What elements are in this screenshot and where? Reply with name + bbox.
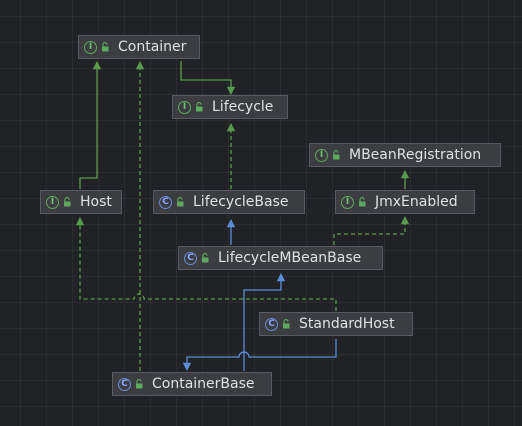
node-label: LifecycleMBeanBase: [218, 250, 362, 266]
node-label: Host: [80, 194, 112, 210]
edge-standardhost-containerbase: [182, 339, 337, 372]
node-label: Lifecycle: [212, 99, 274, 115]
class-icon: C: [159, 195, 172, 209]
class-icon: C: [184, 251, 197, 265]
edge-container-lifecycle: [180, 61, 236, 96]
unlock-icon: [102, 42, 109, 52]
edge-host-container: [79, 60, 102, 189]
node-label: StandardHost: [299, 316, 395, 332]
edge-lifecyclembeanbase-jmxenabled: [333, 215, 410, 245]
unlock-icon: [359, 197, 366, 207]
node-standard-host[interactable]: C StandardHost: [259, 312, 413, 336]
node-mbean-registration[interactable]: I MBeanRegistration: [309, 143, 501, 167]
class-icon: C: [265, 317, 278, 331]
interface-icon: I: [341, 195, 354, 209]
interface-icon: I: [315, 148, 328, 162]
class-icon: C: [118, 377, 131, 391]
node-label: ContainerBase: [152, 376, 255, 392]
diagram-canvas[interactable]: I Container I Lifecycle I MBeanRegistrat…: [0, 0, 522, 426]
unlock-icon: [177, 197, 184, 207]
node-label: JmxEnabled: [375, 194, 458, 210]
unlock-icon: [64, 197, 71, 207]
node-lifecycle-mbean-base[interactable]: C LifecycleMBeanBase: [178, 246, 383, 270]
unlock-icon: [333, 150, 340, 160]
unlock-icon: [136, 379, 143, 389]
unlock-icon: [202, 253, 209, 263]
unlock-icon: [283, 319, 290, 329]
node-lifecycle[interactable]: I Lifecycle: [172, 95, 288, 119]
node-host[interactable]: I Host: [40, 190, 122, 214]
node-label: Container: [118, 39, 187, 55]
node-label: LifecycleBase: [193, 194, 289, 210]
node-container[interactable]: I Container: [78, 35, 200, 59]
unlock-icon: [196, 102, 203, 112]
node-label: MBeanRegistration: [349, 147, 482, 163]
node-container-base[interactable]: C ContainerBase: [112, 372, 272, 396]
interface-icon: I: [178, 100, 191, 114]
interface-icon: I: [46, 195, 59, 209]
node-jmx-enabled[interactable]: I JmxEnabled: [335, 190, 475, 214]
interface-icon: I: [84, 40, 97, 54]
node-lifecycle-base[interactable]: C LifecycleBase: [153, 190, 305, 214]
